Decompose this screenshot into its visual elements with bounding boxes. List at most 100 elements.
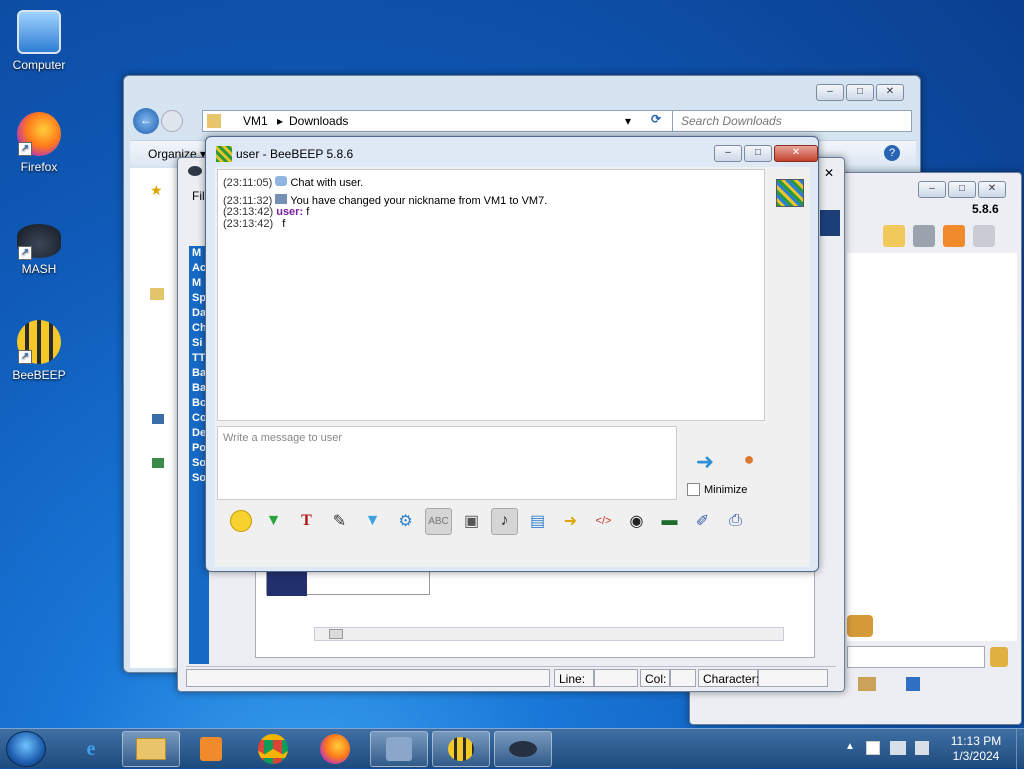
clear-icon[interactable] — [990, 647, 1008, 667]
user-avatar[interactable] — [776, 179, 804, 207]
character-value — [758, 669, 828, 687]
edit-icon[interactable]: ✐ — [689, 508, 716, 535]
volume-icon[interactable] — [915, 741, 929, 755]
screenshot-icon[interactable]: ◉ — [623, 508, 650, 535]
minimize-button[interactable]: – — [816, 84, 844, 101]
system-clock[interactable]: 11:13 PM 1/3/2024 — [941, 734, 1011, 764]
maximize-button[interactable]: □ — [948, 181, 976, 198]
minimize-checkbox[interactable] — [687, 483, 700, 496]
folder-icon — [207, 114, 221, 128]
font-icon[interactable]: T — [293, 508, 320, 535]
chat-toolbar: ▼ T ✎ ▼ ⚙ ABC ▣ ♪ ▤ ➜ </> ◉ ▬ ✐ ⎙ — [217, 504, 807, 538]
line-label: Line: — [554, 669, 594, 687]
sticker-icon[interactable]: ▼ — [260, 508, 287, 535]
forward-button[interactable] — [161, 110, 183, 132]
taskbar-beebeep-icon[interactable] — [432, 731, 490, 767]
action-center-icon[interactable] — [866, 741, 880, 755]
microphone-icon[interactable]: ● — [739, 449, 759, 477]
voice-record-icon[interactable]: ▬ — [656, 508, 683, 535]
scroll-thumb[interactable] — [329, 629, 343, 639]
desktop-icon-firefox[interactable]: ↗ Firefox — [4, 112, 74, 174]
libraries-icon[interactable] — [150, 288, 164, 300]
send-file-icon[interactable]: ➜ — [557, 508, 584, 535]
breadcrumb-separator: ▸ — [277, 114, 284, 128]
taskbar-mash-icon[interactable] — [494, 731, 552, 767]
start-button[interactable] — [6, 731, 46, 767]
settings-icon[interactable]: ⚙ — [392, 508, 419, 535]
desktop-icon-label: Firefox — [20, 160, 58, 174]
pin-icon[interactable] — [906, 677, 920, 691]
maximize-button[interactable]: □ — [744, 145, 772, 162]
save-chat-icon[interactable]: ▤ — [524, 508, 551, 535]
shortcut-arrow-icon: ↗ — [18, 246, 32, 260]
send-icon[interactable]: ➜ — [689, 449, 721, 474]
taskbar-network-app-icon[interactable] — [370, 731, 428, 767]
close-button[interactable]: ✕ — [978, 181, 1006, 198]
status-bar: Line: Col: Character: — [186, 666, 836, 688]
network-status-icon[interactable] — [890, 741, 906, 755]
help-icon[interactable]: ? — [884, 145, 900, 161]
message-text: Chat with user. — [290, 177, 364, 189]
users-icon[interactable] — [858, 677, 876, 691]
print-icon[interactable]: ⎙ — [722, 508, 749, 535]
beebeep-input[interactable] — [847, 646, 985, 668]
taskbar-chrome-icon[interactable] — [244, 731, 302, 767]
color-picker-icon[interactable]: ✎ — [326, 508, 353, 535]
show-desktop-button[interactable] — [1016, 729, 1024, 769]
show-hidden-icons-button[interactable]: ▲ — [845, 741, 855, 752]
timestamp: (23:13:42) — [223, 206, 274, 218]
message-text: f — [306, 206, 310, 218]
tools-icon[interactable] — [913, 225, 935, 247]
chat-line: (23:13:42) f — [223, 218, 759, 230]
message-input[interactable]: Write a message to user — [217, 426, 677, 500]
back-button[interactable]: ← — [133, 108, 159, 134]
taskbar-media-player-icon[interactable] — [182, 731, 240, 767]
desktop-icon-beebeep[interactable]: ↗ BeeBEEP — [4, 320, 74, 382]
close-button[interactable]: ✕ — [876, 84, 904, 101]
desktop-icon-mash[interactable]: ↗ MASH — [4, 216, 74, 276]
timestamp: (23:11:05) — [223, 177, 273, 189]
main-toolbar — [847, 225, 1017, 251]
status-main — [186, 669, 550, 687]
close-button[interactable]: ✕ — [820, 166, 838, 182]
chat-window[interactable]: user - BeeBEEP 5.8.6 – □ ✕ (23:11:05) Ch… — [205, 136, 819, 572]
refresh-icon[interactable]: ⟳ — [646, 112, 666, 130]
desktop-icon-label: Computer — [12, 58, 66, 72]
taskbar-firefox-icon[interactable] — [306, 731, 364, 767]
text-mode-icon[interactable]: ▣ — [458, 508, 485, 535]
menu-file[interactable]: Fil — [192, 189, 205, 203]
system-icon — [275, 194, 288, 204]
close-button[interactable]: ✕ — [774, 145, 818, 162]
chevron-down-icon[interactable]: ▾ — [625, 114, 631, 128]
minimize-button[interactable]: – — [918, 181, 946, 198]
character-preview — [266, 571, 430, 596]
spellcheck-icon[interactable]: ABC — [425, 507, 452, 535]
taskbar-explorer-icon[interactable] — [122, 731, 180, 767]
edit-profile-icon[interactable] — [883, 225, 905, 247]
app-icon — [216, 146, 232, 162]
taskbar-ie-icon[interactable]: e — [62, 731, 120, 767]
chat-history[interactable]: (23:11:05) Chat with user. (23:11:32) Yo… — [217, 169, 765, 421]
col-value — [670, 669, 696, 687]
update-icon[interactable] — [943, 225, 965, 247]
emoji-icon[interactable] — [227, 508, 254, 535]
network-nav-icon[interactable] — [152, 458, 164, 468]
taskbar: e ▲ 11:13 PM 1/3/2024 — [0, 728, 1024, 769]
group-icon[interactable] — [847, 615, 873, 637]
favorites-icon[interactable]: ★ — [150, 182, 163, 199]
maximize-button[interactable]: □ — [846, 84, 874, 101]
desktop-icon-computer[interactable]: Computer — [4, 10, 74, 72]
chat-bubble-icon — [275, 176, 288, 186]
breadcrumb-item[interactable]: VM1 — [243, 114, 268, 128]
hscrollbar[interactable] — [314, 627, 784, 641]
shortcut-arrow-icon: ↗ — [18, 142, 32, 156]
minimize-button[interactable]: – — [714, 145, 742, 162]
search-input[interactable]: Search Downloads — [672, 110, 912, 132]
filter-icon[interactable]: ▼ — [359, 508, 386, 535]
breadcrumb-item[interactable]: Downloads — [289, 114, 348, 128]
code-icon[interactable]: </> — [590, 508, 617, 535]
note-icon[interactable]: ♪ — [491, 507, 518, 535]
mash-content-panel — [255, 568, 815, 658]
trash-icon[interactable] — [973, 225, 995, 247]
computer-nav-icon[interactable] — [152, 414, 164, 424]
